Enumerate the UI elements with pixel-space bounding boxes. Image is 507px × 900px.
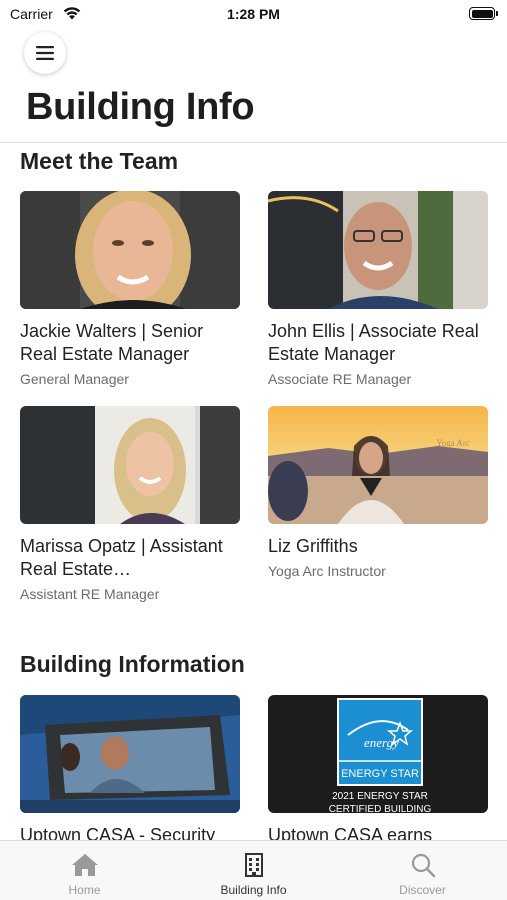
team-role: General Manager (20, 371, 129, 387)
tab-label-discover: Discover (399, 883, 446, 897)
tab-building-info[interactable]: Building Info (169, 841, 338, 900)
team-role: Associate RE Manager (268, 371, 412, 387)
energy-star-label: ENERGY STAR (341, 768, 419, 780)
team-photo-john (268, 191, 488, 309)
building-card-security[interactable]: Uptown CASA - Security (20, 695, 240, 840)
building-icon (244, 853, 263, 877)
team-card-john[interactable]: John Ellis | Associate Real Estate Manag… (268, 191, 488, 387)
team-role: Yoga Arc Instructor (268, 563, 386, 579)
energy-certified-label: CERTIFIED BUILDING (329, 804, 432, 813)
section-title-team: Meet the Team (20, 148, 179, 174)
battery-icon (469, 7, 498, 20)
team-card-liz[interactable]: Yoga Arc Liz Griffiths Liz Griffiths Yog… (268, 406, 488, 579)
team-card-marissa[interactable]: Marissa Opatz | Assistant Real Estate… A… (20, 406, 240, 602)
page-title: Building Info (26, 86, 255, 128)
building-photo-security (20, 695, 240, 813)
team-name: Liz Griffiths (268, 536, 358, 556)
energy-script-text: energy (364, 735, 399, 750)
team-photo-jackie (20, 191, 240, 309)
tab-label-home: Home (68, 883, 101, 897)
tab-label-building-info: Building Info (220, 883, 287, 897)
menu-button[interactable] (24, 32, 66, 74)
section-title-building: Building Information (20, 651, 245, 677)
team-card-jackie[interactable]: Jackie Walters | Senior Real Estate Mana… (20, 191, 240, 387)
building-item-title: Uptown CASA - Security (20, 825, 216, 840)
hamburger-icon (36, 46, 54, 60)
team-photo-marissa (20, 406, 240, 524)
search-icon (411, 853, 435, 878)
team-photo-liz: Yoga Arc Liz Griffiths (268, 406, 488, 524)
energy-year-label: 2021 ENERGY STAR (332, 791, 428, 802)
building-card-energy-star[interactable]: energy ENERGY STAR 2021 ENERGY STAR CERT… (268, 695, 488, 840)
team-name: John Ellis | Associate Real Estate Manag… (268, 321, 479, 364)
team-name: Marissa Opatz | Assistant Real Estate… (20, 536, 223, 579)
building-photo-energy-star: energy ENERGY STAR 2021 ENERGY STAR CERT… (268, 695, 488, 813)
tab-home[interactable]: Home (0, 841, 169, 900)
team-role: Assistant RE Manager (20, 586, 160, 602)
yoga-brand-text: Yoga Arc (436, 438, 470, 448)
yoga-name-text: Liz Griffiths (435, 452, 470, 460)
home-icon (71, 854, 98, 876)
clock-time: 1:28 PM (227, 6, 280, 22)
tab-bar: Home Building Info Discover (0, 840, 507, 900)
team-name: Jackie Walters | Senior Real Estate Mana… (20, 321, 204, 364)
building-item-title: Uptown CASA earns (268, 825, 433, 840)
scroll-content[interactable]: Meet the Team Jackie Walters | Senior Re… (0, 143, 507, 840)
status-bar: Carrier 1:28 PM (0, 0, 507, 30)
tab-discover[interactable]: Discover (338, 841, 507, 900)
